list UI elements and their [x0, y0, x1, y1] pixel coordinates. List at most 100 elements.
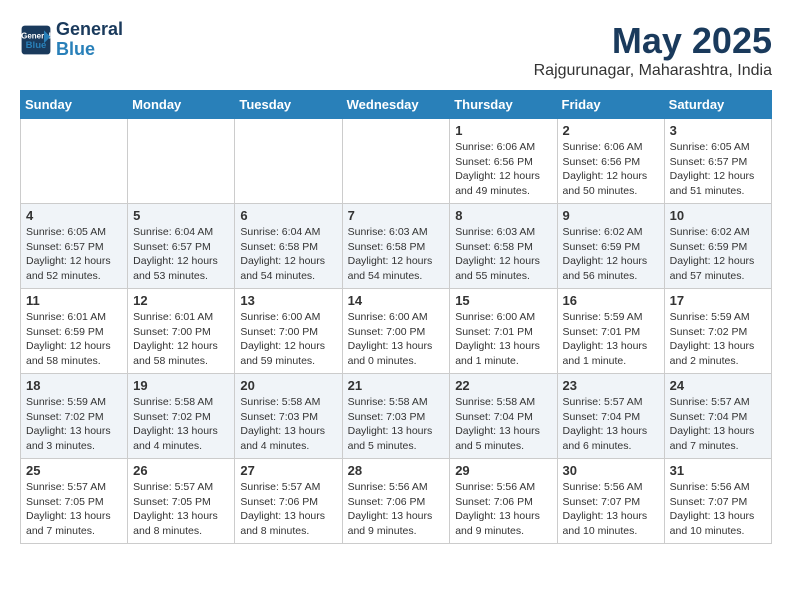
- day-cell: [342, 119, 450, 204]
- day-header-saturday: Saturday: [664, 91, 771, 119]
- day-number: 13: [240, 293, 336, 308]
- day-cell: 19Sunrise: 5:58 AMSunset: 7:02 PMDayligh…: [128, 374, 235, 459]
- day-info: Sunrise: 6:05 AMSunset: 6:57 PMDaylight:…: [26, 225, 122, 284]
- day-cell: 15Sunrise: 6:00 AMSunset: 7:01 PMDayligh…: [450, 289, 557, 374]
- day-header-sunday: Sunday: [21, 91, 128, 119]
- day-number: 16: [563, 293, 659, 308]
- day-cell: 20 Sunrise: 5:58 AMSunset: 7:03 PMDayligh…: [235, 374, 342, 459]
- day-info: Sunrise: 6:02 AMSunset: 6:59 PMDaylight:…: [563, 225, 659, 284]
- day-info: Sunrise: 5:56 AMSunset: 7:07 PMDaylight:…: [563, 480, 659, 539]
- day-header-thursday: Thursday: [450, 91, 557, 119]
- day-number: 3: [670, 123, 766, 138]
- day-number: 25: [26, 463, 122, 478]
- day-cell: 13 Sunrise: 6:00 AMSunset: 7:00 PMDayligh…: [235, 289, 342, 374]
- day-header-monday: Monday: [128, 91, 235, 119]
- day-cell: 30 Sunrise: 5:56 AMSunset: 7:07 PMDayligh…: [557, 459, 664, 544]
- day-info: Sunrise: 5:58 AMSunset: 7:04 PMDaylight:…: [455, 395, 551, 454]
- day-info: Sunrise: 5:57 AMSunset: 7:04 PMDaylight:…: [670, 395, 766, 454]
- day-number: 14: [348, 293, 445, 308]
- day-cell: 10 Sunrise: 6:02 AMSunset: 6:59 PMDayligh…: [664, 204, 771, 289]
- day-cell: 17 Sunrise: 5:59 AMSunset: 7:02 PMDayligh…: [664, 289, 771, 374]
- day-info: Sunrise: 6:03 AMSunset: 6:58 PMDaylight:…: [455, 225, 551, 284]
- day-number: 8: [455, 208, 551, 223]
- day-number: 1: [455, 123, 551, 138]
- day-number: 6: [240, 208, 336, 223]
- day-info: Sunrise: 6:01 AMSunset: 6:59 PMDaylight:…: [26, 310, 122, 369]
- week-row-5: 25 Sunrise: 5:57 AMSunset: 7:05 PMDayligh…: [21, 459, 772, 544]
- day-number: 21: [348, 378, 445, 393]
- day-cell: 8 Sunrise: 6:03 AMSunset: 6:58 PMDaylight…: [450, 204, 557, 289]
- day-info: Sunrise: 6:01 AMSunset: 7:00 PMDaylight:…: [133, 310, 229, 369]
- logo: General Blue General Blue: [20, 20, 123, 60]
- logo-icon: General Blue: [20, 24, 52, 56]
- day-info: Sunrise: 6:06 AMSunset: 6:56 PMDaylight:…: [563, 140, 659, 199]
- day-cell: 6 Sunrise: 6:04 AMSunset: 6:58 PMDaylight…: [235, 204, 342, 289]
- day-info: Sunrise: 6:06 AMSunset: 6:56 PMDaylight:…: [455, 140, 551, 199]
- day-number: 17: [670, 293, 766, 308]
- day-number: 2: [563, 123, 659, 138]
- day-header-wednesday: Wednesday: [342, 91, 450, 119]
- day-number: 11: [26, 293, 122, 308]
- day-header-tuesday: Tuesday: [235, 91, 342, 119]
- title-area: May 2025 Rajgurunagar, Maharashtra, Indi…: [534, 20, 772, 80]
- day-cell: 18Sunrise: 5:59 AMSunset: 7:02 PMDayligh…: [21, 374, 128, 459]
- day-cell: 2 Sunrise: 6:06 AMSunset: 6:56 PMDaylight…: [557, 119, 664, 204]
- subtitle: Rajgurunagar, Maharashtra, India: [534, 62, 772, 80]
- day-cell: 24Sunrise: 5:57 AMSunset: 7:04 PMDayligh…: [664, 374, 771, 459]
- day-number: 31: [670, 463, 766, 478]
- day-number: 4: [26, 208, 122, 223]
- day-info: Sunrise: 6:04 AMSunset: 6:58 PMDaylight:…: [240, 225, 336, 284]
- day-info: Sunrise: 5:56 AMSunset: 7:06 PMDaylight:…: [455, 480, 551, 539]
- day-number: 18: [26, 378, 122, 393]
- day-number: 10: [670, 208, 766, 223]
- day-cell: 12 Sunrise: 6:01 AMSunset: 7:00 PMDayligh…: [128, 289, 235, 374]
- day-info: Sunrise: 6:00 AMSunset: 7:00 PMDaylight:…: [240, 310, 336, 369]
- day-cell: 29 Sunrise: 5:56 AMSunset: 7:06 PMDayligh…: [450, 459, 557, 544]
- main-title: May 2025: [534, 20, 772, 62]
- day-header-friday: Friday: [557, 91, 664, 119]
- day-info: Sunrise: 6:02 AMSunset: 6:59 PMDaylight:…: [670, 225, 766, 284]
- day-info: Sunrise: 5:59 AMSunset: 7:01 PMDaylight:…: [563, 310, 659, 369]
- day-info: Sunrise: 6:03 AMSunset: 6:58 PMDaylight:…: [348, 225, 445, 284]
- day-cell: 14 Sunrise: 6:00 AMSunset: 7:00 PMDayligh…: [342, 289, 450, 374]
- day-info: Sunrise: 5:56 AMSunset: 7:07 PMDaylight:…: [670, 480, 766, 539]
- day-info: Sunrise: 5:59 AMSunset: 7:02 PMDaylight:…: [670, 310, 766, 369]
- day-number: 5: [133, 208, 229, 223]
- day-info: Sunrise: 5:57 AMSunset: 7:05 PMDaylight:…: [26, 480, 122, 539]
- day-cell: 4 Sunrise: 6:05 AMSunset: 6:57 PMDaylight…: [21, 204, 128, 289]
- svg-text:Blue: Blue: [26, 40, 47, 51]
- day-number: 20: [240, 378, 336, 393]
- day-cell: 9 Sunrise: 6:02 AMSunset: 6:59 PMDaylight…: [557, 204, 664, 289]
- day-cell: 21 Sunrise: 5:58 AMSunset: 7:03 PMDayligh…: [342, 374, 450, 459]
- day-number: 9: [563, 208, 659, 223]
- day-number: 12: [133, 293, 229, 308]
- day-number: 26: [133, 463, 229, 478]
- week-row-3: 11 Sunrise: 6:01 AMSunset: 6:59 PMDayligh…: [21, 289, 772, 374]
- day-info: Sunrise: 5:58 AMSunset: 7:03 PMDaylight:…: [240, 395, 336, 454]
- day-number: 7: [348, 208, 445, 223]
- logo-text: General Blue: [56, 20, 123, 60]
- day-info: Sunrise: 5:58 AMSunset: 7:03 PMDaylight:…: [348, 395, 445, 454]
- day-cell: 27 Sunrise: 5:57 AMSunset: 7:06 PMDayligh…: [235, 459, 342, 544]
- day-number: 29: [455, 463, 551, 478]
- header: General Blue General Blue May 2025 Rajgu…: [20, 20, 772, 80]
- day-cell: 3 Sunrise: 6:05 AMSunset: 6:57 PMDaylight…: [664, 119, 771, 204]
- calendar-table: SundayMondayTuesdayWednesdayThursdayFrid…: [20, 90, 772, 544]
- day-info: Sunrise: 6:00 AMSunset: 7:00 PMDaylight:…: [348, 310, 445, 369]
- day-number: 30: [563, 463, 659, 478]
- day-info: Sunrise: 5:57 AMSunset: 7:06 PMDaylight:…: [240, 480, 336, 539]
- week-row-4: 18Sunrise: 5:59 AMSunset: 7:02 PMDayligh…: [21, 374, 772, 459]
- day-info: Sunrise: 6:05 AMSunset: 6:57 PMDaylight:…: [670, 140, 766, 199]
- day-header-row: SundayMondayTuesdayWednesdayThursdayFrid…: [21, 91, 772, 119]
- day-info: Sunrise: 6:04 AMSunset: 6:57 PMDaylight:…: [133, 225, 229, 284]
- day-cell: 1 Sunrise: 6:06 AMSunset: 6:56 PMDaylight…: [450, 119, 557, 204]
- day-info: Sunrise: 5:58 AMSunset: 7:02 PMDaylight:…: [133, 395, 229, 454]
- day-number: 27: [240, 463, 336, 478]
- day-cell: 28Sunrise: 5:56 AMSunset: 7:06 PMDayligh…: [342, 459, 450, 544]
- day-info: Sunrise: 5:57 AMSunset: 7:04 PMDaylight:…: [563, 395, 659, 454]
- day-info: Sunrise: 5:56 AMSunset: 7:06 PMDaylight:…: [348, 480, 445, 539]
- day-cell: 7 Sunrise: 6:03 AMSunset: 6:58 PMDaylight…: [342, 204, 450, 289]
- day-cell: 31 Sunrise: 5:56 AMSunset: 7:07 PMDayligh…: [664, 459, 771, 544]
- day-number: 22: [455, 378, 551, 393]
- day-number: 23: [563, 378, 659, 393]
